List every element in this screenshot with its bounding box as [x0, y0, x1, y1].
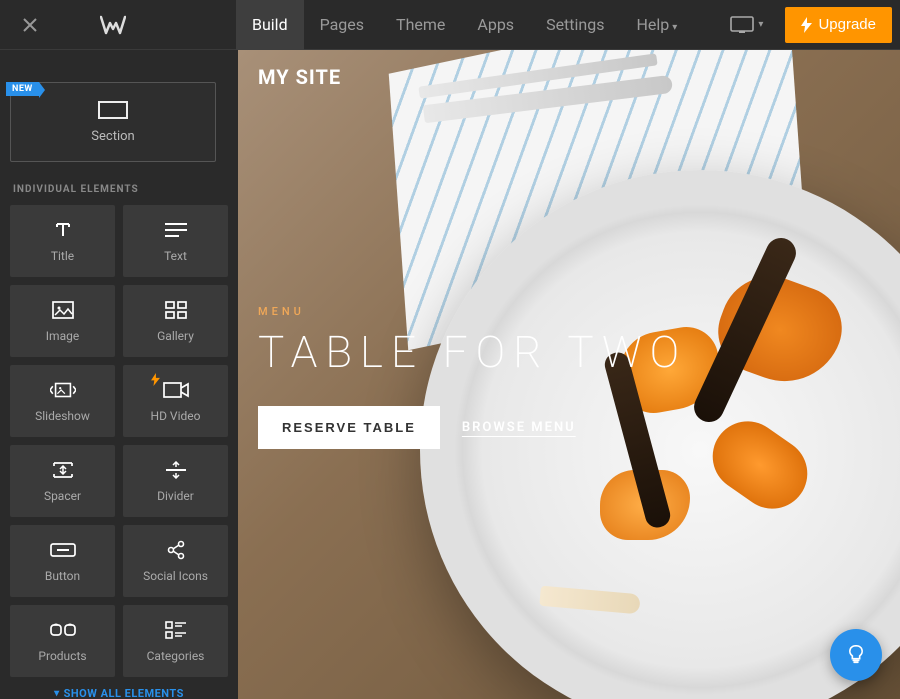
top-bar: Build Pages Theme Apps Settings Help▾ ▾ … [0, 0, 900, 50]
title-icon [50, 219, 76, 241]
element-divider[interactable]: Divider [123, 445, 228, 517]
slideshow-icon [50, 379, 76, 401]
products-icon [50, 619, 76, 641]
lightbulb-icon [845, 644, 867, 666]
site-title[interactable]: MY SITE [258, 65, 341, 89]
divider-icon [163, 459, 189, 481]
browse-menu-link[interactable]: BROWSE MENU [462, 420, 576, 435]
nav-pages[interactable]: Pages [304, 0, 380, 50]
button-icon [50, 539, 76, 561]
element-label: Image [46, 329, 79, 343]
element-label: Divider [157, 489, 194, 503]
element-slideshow[interactable]: Slideshow [10, 365, 115, 437]
hero-overline[interactable]: MENU [258, 305, 687, 318]
editor-canvas[interactable]: MY SITE MENU TABLE FOR TWO RESERVE TABLE… [238, 50, 900, 699]
element-label: Spacer [44, 489, 81, 503]
text-icon [163, 219, 189, 241]
element-title[interactable]: Title [10, 205, 115, 277]
cutlery-graphic [418, 70, 668, 110]
element-label: Gallery [157, 329, 194, 343]
element-social-icons[interactable]: Social Icons [123, 525, 228, 597]
element-label: HD Video [151, 409, 201, 423]
element-categories[interactable]: Categories [123, 605, 228, 677]
element-label: Title [51, 249, 74, 263]
section-icon [98, 101, 128, 119]
close-icon[interactable] [20, 15, 40, 35]
element-label: Button [45, 569, 80, 583]
show-all-elements-link[interactable]: ▾ SHOW ALL ELEMENTS [10, 687, 228, 699]
element-button[interactable]: Button [10, 525, 115, 597]
reserve-table-button[interactable]: RESERVE TABLE [258, 406, 440, 449]
hero-text-block[interactable]: MENU TABLE FOR TWO RESERVE TABLE BROWSE … [258, 305, 687, 449]
social-icon [163, 539, 189, 561]
element-hd-video[interactable]: HD Video [123, 365, 228, 437]
gallery-icon [163, 299, 189, 321]
elements-sidebar: NEW Section INDIVIDUAL ELEMENTS Title Te… [0, 50, 238, 699]
nav-apps[interactable]: Apps [461, 0, 530, 50]
lightning-icon [801, 17, 812, 33]
device-preview-button[interactable]: ▾ [718, 0, 775, 50]
chevron-down-icon: ▾ [672, 22, 677, 33]
element-image[interactable]: Image [10, 285, 115, 357]
nav-help[interactable]: Help▾ [620, 0, 693, 50]
hero-heading[interactable]: TABLE FOR TWO [258, 326, 687, 378]
help-fab[interactable] [830, 629, 882, 681]
categories-icon [163, 619, 189, 641]
upgrade-button[interactable]: Upgrade [785, 7, 892, 43]
spacer-icon [50, 459, 76, 481]
chevron-down-icon: ▾ [54, 688, 60, 699]
weebly-logo-icon[interactable] [100, 15, 126, 35]
element-label: Section [91, 129, 134, 144]
element-products[interactable]: Products [10, 605, 115, 677]
pro-lightning-icon [151, 373, 160, 386]
image-icon [50, 299, 76, 321]
element-text[interactable]: Text [123, 205, 228, 277]
individual-elements-header: INDIVIDUAL ELEMENTS [13, 184, 228, 195]
main-nav: Build Pages Theme Apps Settings Help▾ [236, 0, 718, 50]
new-badge: NEW [6, 82, 39, 96]
element-label: Text [164, 249, 187, 263]
element-spacer[interactable]: Spacer [10, 445, 115, 517]
video-icon [163, 379, 189, 401]
element-label: Social Icons [143, 569, 208, 583]
element-label: Categories [147, 649, 205, 663]
element-label: Slideshow [35, 409, 90, 423]
element-gallery[interactable]: Gallery [123, 285, 228, 357]
chevron-down-icon: ▾ [758, 19, 763, 30]
nav-settings[interactable]: Settings [530, 0, 620, 50]
nav-theme[interactable]: Theme [380, 0, 461, 50]
nav-build[interactable]: Build [236, 0, 304, 50]
element-label: Products [38, 649, 86, 663]
